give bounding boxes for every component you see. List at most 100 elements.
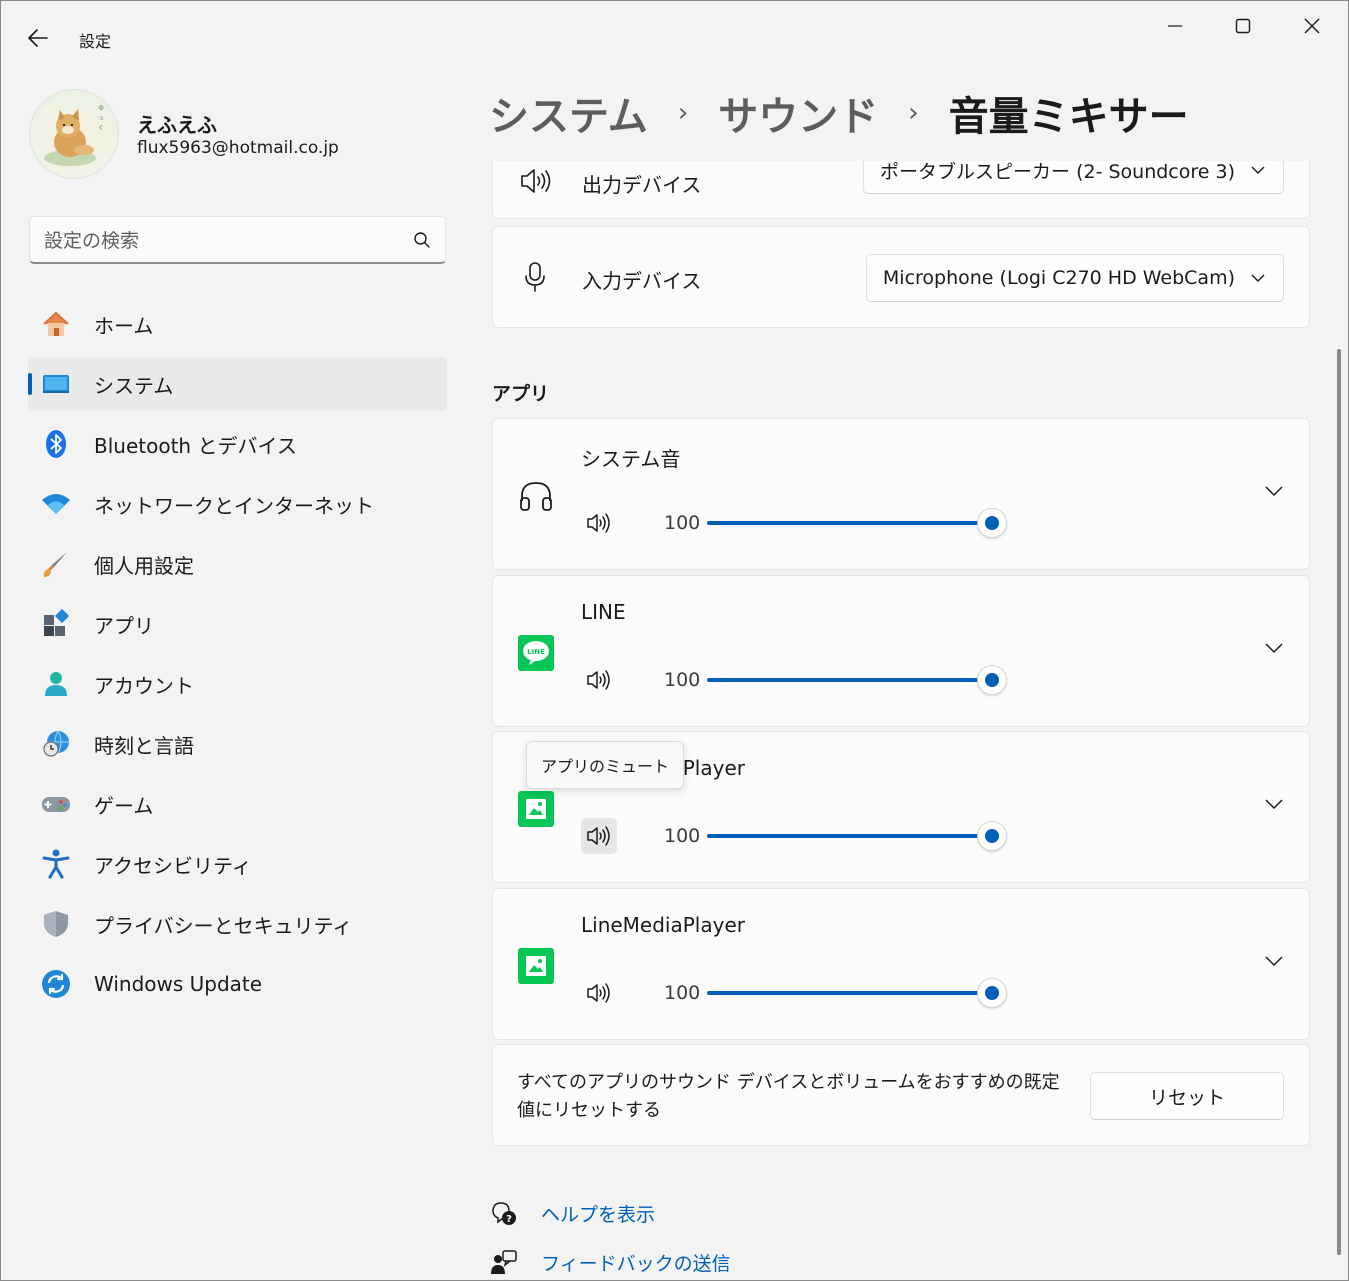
chevron-down-icon[interactable] <box>1265 642 1283 654</box>
input-device-dropdown[interactable]: Microphone (Logi C270 HD WebCam) <box>865 254 1284 302</box>
volume-slider[interactable] <box>707 821 1007 851</box>
search-box[interactable] <box>29 216 446 264</box>
volume-slider[interactable] <box>707 508 1007 538</box>
system-icon <box>40 368 72 400</box>
user-name: えふえふ <box>137 113 217 137</box>
update-icon <box>40 968 72 1000</box>
mute-tooltip: アプリのミュート <box>526 741 685 789</box>
reset-description: すべてのアプリのサウンド デバイスとボリュームをおすすめの既定値にリセットする <box>517 1072 1060 1121</box>
apps-section-title: アプリ <box>492 383 550 405</box>
slider-fill <box>707 834 985 838</box>
slider-fill <box>707 991 985 995</box>
app-volume-card: LineMediaPlayer 100 <box>492 888 1310 1040</box>
volume-slider[interactable] <box>707 978 1007 1008</box>
maximize-button[interactable] <box>1209 5 1277 47</box>
app-name: LineMediaPlayer <box>581 913 745 937</box>
sidebar-item-label: プライバシーとセキュリティ <box>94 913 353 938</box>
back-arrow-icon <box>28 29 48 47</box>
account-icon <box>40 668 72 700</box>
mute-button[interactable] <box>581 818 617 854</box>
feedback-icon <box>489 1247 519 1277</box>
user-email: flux5963@hotmail.co.jp <box>137 138 339 158</box>
chevron-down-icon <box>1251 166 1265 174</box>
chevron-down-icon[interactable] <box>1265 955 1283 967</box>
sidebar-item-label: アプリ <box>94 613 154 638</box>
feedback-link[interactable]: フィードバックの送信 <box>541 1249 731 1276</box>
slider-thumb[interactable] <box>977 508 1007 538</box>
app-title: 設定 <box>79 32 112 51</box>
svg-text:っ: っ <box>98 115 104 122</box>
microphone-icon <box>523 261 547 297</box>
accessibility-icon <box>40 848 72 880</box>
active-indicator <box>28 373 32 395</box>
avatar[interactable]: ゆ っ く <box>29 89 119 179</box>
breadcrumb: システム › サウンド › 音量ミキサー <box>489 83 1189 143</box>
sidebar-item-personalization[interactable]: 個人用設定 <box>28 537 447 591</box>
minimize-icon <box>1168 25 1182 27</box>
svg-text:LINE: LINE <box>527 648 545 656</box>
line-app-icon: LINE <box>517 634 555 672</box>
sidebar-item-windows-update[interactable]: Windows Update <box>28 957 447 1011</box>
sidebar-item-system[interactable]: システム <box>28 357 447 411</box>
sidebar-item-accounts[interactable]: アカウント <box>28 657 447 711</box>
title-bar: 設定 <box>1 1 1348 73</box>
sidebar-item-label: システム <box>94 373 174 398</box>
media-player-icon <box>517 947 555 985</box>
speaker-icon <box>519 166 553 200</box>
breadcrumb-sound[interactable]: サウンド <box>718 84 878 142</box>
mute-button[interactable] <box>581 505 617 541</box>
back-button[interactable] <box>19 23 57 53</box>
close-icon <box>1304 18 1320 34</box>
sidebar-item-label: アカウント <box>94 673 194 698</box>
slider-thumb[interactable] <box>977 665 1007 695</box>
minimize-button[interactable] <box>1141 5 1209 47</box>
shield-icon <box>40 908 72 940</box>
slider-thumb[interactable] <box>977 821 1007 851</box>
sidebar-item-label: 個人用設定 <box>94 553 194 578</box>
app-name: LINE <box>581 600 626 624</box>
help-icon: ? <box>489 1198 519 1228</box>
fox-avatar-icon: ゆ っ く <box>44 105 104 166</box>
slider-thumb[interactable] <box>977 978 1007 1008</box>
headphones-icon <box>517 477 555 515</box>
breadcrumb-separator: › <box>908 98 919 128</box>
sidebar-item-time-language[interactable]: 時刻と言語 <box>28 717 447 771</box>
sidebar-item-label: アクセシビリティ <box>94 853 252 878</box>
sidebar-nav: ホーム システム Bluetooth とデバイス ネットワークとインターネット <box>28 297 447 1017</box>
chevron-down-icon[interactable] <box>1265 485 1283 497</box>
sidebar-item-home[interactable]: ホーム <box>28 297 447 351</box>
help-link[interactable]: ヘルプを表示 <box>541 1200 655 1227</box>
breadcrumb-separator: › <box>677 98 689 128</box>
settings-window: 設定 ゆ っ く えふえふ flux5963@hotmail.co.jp 設定の… <box>0 0 1349 1281</box>
main-content: 出力デバイス ポータブルスピーカー (2- Soundcore 3) 入力デバイ… <box>489 161 1315 1281</box>
media-player-icon <box>517 790 555 828</box>
speaker-icon <box>587 670 610 690</box>
sidebar-item-gaming[interactable]: ゲーム <box>28 777 447 831</box>
slider-fill <box>707 678 985 682</box>
input-device-label: 入力デバイス <box>582 269 702 293</box>
bluetooth-icon <box>40 428 72 460</box>
sidebar-item-apps[interactable]: アプリ <box>28 597 447 651</box>
search-icon[interactable] <box>413 231 431 249</box>
mute-button[interactable] <box>581 662 617 698</box>
sidebar-item-accessibility[interactable]: アクセシビリティ <box>28 837 447 891</box>
breadcrumb-system[interactable]: システム <box>489 84 648 142</box>
reset-button[interactable]: リセット <box>1090 1072 1284 1120</box>
output-device-value: ポータブルスピーカー (2- Soundcore 3) <box>880 161 1235 183</box>
mute-button[interactable] <box>581 975 617 1011</box>
sidebar-item-bluetooth[interactable]: Bluetooth とデバイス <box>28 417 447 471</box>
sidebar-item-privacy[interactable]: プライバシーとセキュリティ <box>28 897 447 951</box>
scrollbar[interactable] <box>1337 349 1341 1255</box>
sidebar-item-label: 時刻と言語 <box>94 733 194 758</box>
output-device-dropdown[interactable]: ポータブルスピーカー (2- Soundcore 3) <box>863 161 1284 194</box>
page-title: 音量ミキサー <box>948 94 1189 140</box>
sidebar-item-network[interactable]: ネットワークとインターネット <box>28 477 447 531</box>
close-button[interactable] <box>1278 5 1346 47</box>
svg-text:?: ? <box>506 1214 512 1225</box>
search-input[interactable] <box>44 227 394 255</box>
chevron-down-icon[interactable] <box>1265 798 1283 810</box>
volume-slider[interactable] <box>707 665 1007 695</box>
slider-fill <box>707 521 985 525</box>
app-name: システム音 <box>581 447 681 471</box>
svg-text:く: く <box>98 125 104 132</box>
